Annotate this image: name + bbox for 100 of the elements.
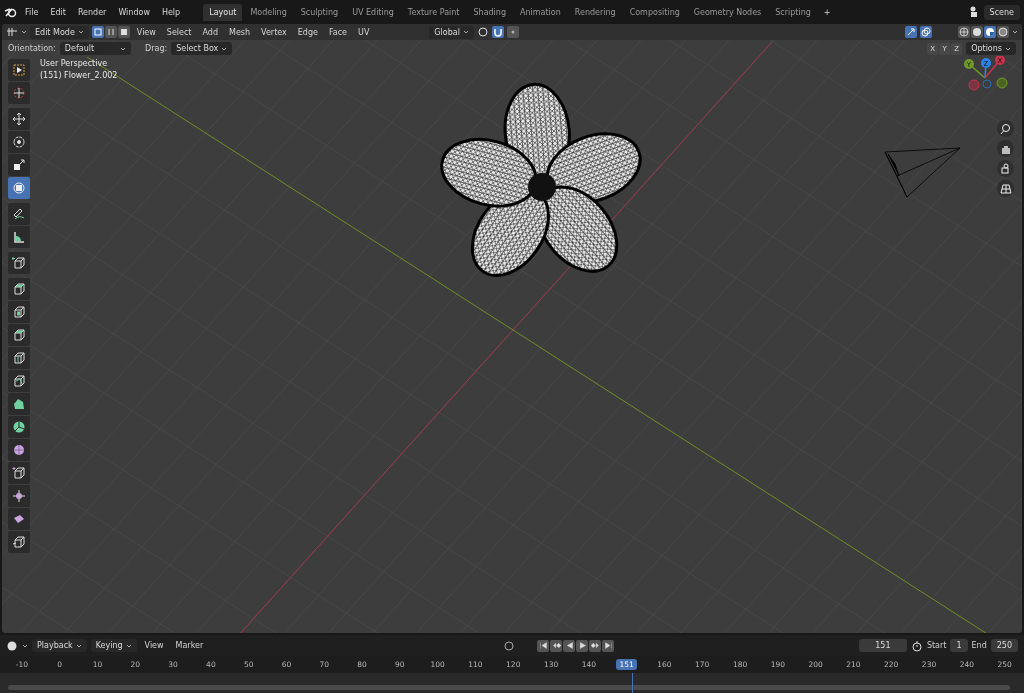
timeline-menu[interactable]: View bbox=[140, 641, 168, 650]
move-arrows-icon bbox=[12, 112, 26, 126]
zoom-icon bbox=[999, 122, 1012, 135]
view-name: User Perspective bbox=[40, 59, 109, 68]
tool-button[interactable] bbox=[8, 416, 30, 438]
tool-button[interactable] bbox=[8, 347, 30, 369]
pencil-icon bbox=[12, 207, 26, 221]
chevron-icon bbox=[221, 45, 228, 52]
timeline-scrollbar[interactable] bbox=[8, 685, 1010, 690]
menu-item[interactable]: View bbox=[132, 27, 160, 37]
shading-button[interactable] bbox=[958, 26, 970, 38]
tool-button[interactable] bbox=[8, 59, 30, 81]
chevron-icon bbox=[75, 642, 82, 649]
menu-item[interactable]: Window bbox=[113, 5, 155, 19]
menu-item[interactable]: Face bbox=[324, 27, 352, 37]
chevron-icon bbox=[21, 29, 27, 35]
keyframe-record-icon bbox=[503, 639, 516, 652]
magnet-icon bbox=[492, 27, 503, 37]
overlays-toggle[interactable] bbox=[920, 26, 932, 38]
tool-button[interactable] bbox=[8, 462, 30, 484]
cube-icon bbox=[12, 328, 26, 342]
tool-button[interactable] bbox=[8, 439, 30, 461]
playback-button[interactable] bbox=[602, 639, 615, 652]
tool-button[interactable] bbox=[8, 531, 30, 553]
select-mode-button[interactable] bbox=[117, 26, 130, 38]
mode-dropdown[interactable]: Edit Mode bbox=[30, 25, 89, 39]
shading-button[interactable] bbox=[984, 26, 996, 38]
workspace-tab[interactable]: Animation bbox=[514, 3, 567, 21]
select-mode-button[interactable] bbox=[104, 26, 117, 38]
add-workspace-button[interactable]: + bbox=[818, 5, 836, 19]
tool-button[interactable] bbox=[8, 108, 30, 130]
transform-orientation-dropdown[interactable]: Default bbox=[59, 42, 132, 55]
menu-item[interactable]: Vertex bbox=[257, 27, 291, 37]
timeline-menu[interactable]: Marker bbox=[171, 641, 208, 650]
timeline-menu[interactable]: Playback bbox=[32, 639, 87, 652]
workspace-tab[interactable]: Geometry Nodes bbox=[687, 3, 768, 21]
tool-button[interactable] bbox=[8, 324, 30, 346]
tool-button[interactable] bbox=[8, 131, 30, 153]
cube-icon bbox=[12, 282, 26, 296]
workspace-tab[interactable]: UV Editing bbox=[346, 3, 400, 21]
tool-button[interactable] bbox=[8, 485, 30, 507]
cube-icon bbox=[12, 466, 26, 480]
start-frame-field[interactable]: 1 bbox=[950, 639, 968, 652]
edge-select-icon bbox=[105, 27, 116, 37]
tool-button[interactable] bbox=[8, 370, 30, 392]
workspace-tab[interactable]: Compositing bbox=[623, 3, 686, 21]
drag-dropdown[interactable]: Select Box bbox=[171, 42, 233, 55]
workspace-tab[interactable]: Shading bbox=[467, 3, 512, 21]
tool-button[interactable] bbox=[8, 301, 30, 323]
menu-item[interactable]: Edit bbox=[45, 5, 71, 19]
playhead-line bbox=[632, 673, 633, 693]
menu-item[interactable]: Mesh bbox=[225, 27, 255, 37]
workspace-tab[interactable]: Texture Paint bbox=[401, 3, 466, 21]
workspace-tab[interactable]: Modeling bbox=[244, 3, 293, 21]
spin-icon bbox=[12, 420, 26, 434]
playback-button[interactable] bbox=[537, 639, 550, 652]
sphere-icon bbox=[12, 443, 26, 457]
playback-control-icon bbox=[590, 641, 600, 650]
current-frame-field[interactable]: 151 bbox=[858, 639, 907, 652]
shading-button[interactable] bbox=[997, 26, 1009, 38]
scene-selector[interactable]: Scene bbox=[983, 4, 1020, 20]
timeline-menu[interactable]: Keying bbox=[90, 639, 137, 652]
tool-button[interactable] bbox=[8, 278, 30, 300]
gizmo-icon bbox=[906, 27, 916, 37]
menu-item[interactable]: Select bbox=[162, 27, 196, 37]
menu-item[interactable]: Help bbox=[156, 5, 186, 19]
tool-button[interactable] bbox=[8, 393, 30, 415]
playback-button[interactable] bbox=[563, 639, 576, 652]
snap-toggle[interactable] bbox=[491, 26, 504, 38]
slab-icon bbox=[12, 512, 26, 526]
end-frame-field[interactable]: 250 bbox=[990, 639, 1018, 652]
chevron-icon bbox=[22, 642, 28, 649]
cube-icon bbox=[12, 535, 26, 549]
workspace-tab[interactable]: Scripting bbox=[769, 3, 817, 21]
tool-button[interactable] bbox=[8, 226, 30, 248]
menu-item[interactable]: Render bbox=[72, 5, 112, 19]
menu-item[interactable]: File bbox=[20, 5, 44, 19]
pivot-icon bbox=[476, 26, 489, 38]
menu-item[interactable]: UV bbox=[354, 27, 374, 37]
orientation-dropdown[interactable]: Global bbox=[429, 25, 474, 39]
workspace-tab[interactable]: Layout bbox=[203, 3, 243, 21]
playback-button[interactable] bbox=[576, 639, 589, 652]
editor-type-icon bbox=[6, 26, 18, 38]
tool-button[interactable] bbox=[8, 252, 30, 274]
shading-button[interactable] bbox=[971, 26, 983, 38]
workspace-tab[interactable]: Rendering bbox=[568, 3, 622, 21]
select-box-icon bbox=[12, 63, 26, 77]
gizmo-toggle[interactable] bbox=[905, 26, 917, 38]
tool-button[interactable] bbox=[8, 203, 30, 225]
options-dropdown[interactable]: Options bbox=[966, 42, 1016, 55]
tool-button[interactable] bbox=[8, 154, 30, 176]
menu-item[interactable]: Edge bbox=[293, 27, 322, 37]
workspace-tab[interactable]: Sculpting bbox=[294, 3, 345, 21]
playback-button[interactable] bbox=[550, 639, 563, 652]
menu-item[interactable]: Add bbox=[198, 27, 222, 37]
select-mode-button[interactable] bbox=[91, 26, 104, 38]
playback-button[interactable] bbox=[589, 639, 602, 652]
negative-axis-handles[interactable] bbox=[968, 77, 1008, 91]
tool-button[interactable] bbox=[8, 508, 30, 530]
proportional-toggle[interactable] bbox=[506, 26, 519, 38]
